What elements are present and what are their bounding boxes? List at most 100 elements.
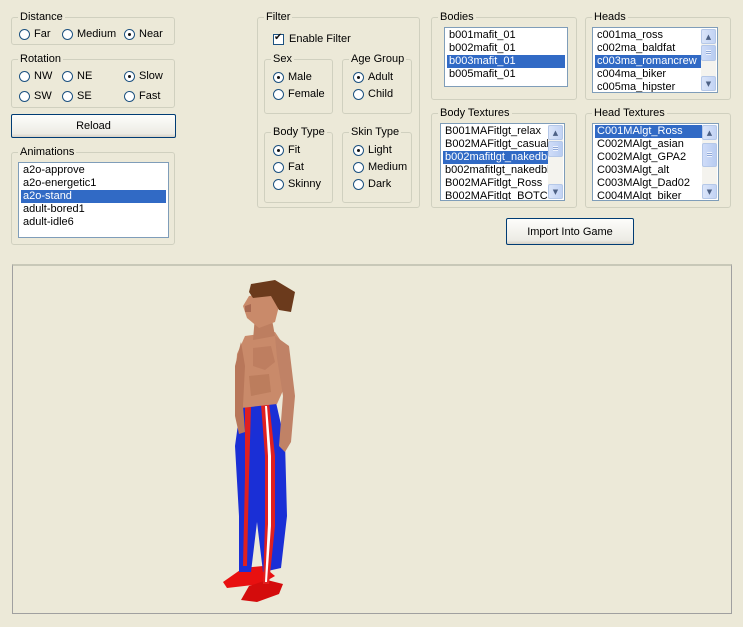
skin-type-group: Skin Type Light Medium Dark	[342, 126, 412, 203]
list-item[interactable]: adult-bored1	[21, 203, 166, 216]
distance-near-radio[interactable]: Near	[124, 27, 163, 41]
heads-legend: Heads	[592, 11, 628, 24]
scroll-thumb[interactable]	[548, 141, 563, 157]
rotation-se-radio[interactable]: SE	[62, 89, 92, 103]
list-item[interactable]: a2o-stand	[21, 190, 166, 203]
character-model	[223, 280, 295, 602]
character-shoes	[223, 566, 283, 602]
radio-label: NE	[77, 70, 93, 82]
head-textures-listbox[interactable]: C001MAlgt_Ross C002MAlgt_asian C002MAlgt_G…	[592, 123, 719, 201]
radio-indicator	[124, 70, 135, 82]
radio-label: Far	[34, 28, 51, 40]
import-into-game-button[interactable]: Import Into Game	[506, 218, 634, 245]
radio-label: Fit	[288, 144, 301, 156]
scroll-thumb[interactable]	[701, 45, 716, 61]
heads-scrollbar[interactable]: ▲ ▼	[701, 29, 716, 91]
list-item[interactable]: c002ma_baldfat	[595, 42, 701, 55]
list-item[interactable]: b005mafit_01	[447, 68, 565, 81]
body-fit-radio[interactable]: Fit	[273, 143, 300, 157]
body-skinny-radio[interactable]: Skinny	[273, 177, 321, 191]
radio-indicator	[353, 88, 364, 100]
list-item[interactable]: C002MAlgt_GPA2	[595, 151, 702, 164]
list-item[interactable]: C001MAlgt_Ross	[595, 125, 702, 138]
bodies-group: Bodies b001mafit_01 b002mafit_01 b003mafit…	[431, 11, 577, 100]
radio-label: Light	[368, 144, 392, 156]
radio-indicator	[353, 161, 364, 173]
filter-legend: Filter	[264, 11, 293, 24]
rotation-slow-radio[interactable]: Slow	[124, 69, 163, 83]
radio-label: Slow	[139, 70, 163, 82]
head-textures-scrollbar[interactable]: ▲ ▼	[702, 125, 717, 199]
checkbox-indicator	[273, 32, 284, 45]
rotation-nw-radio[interactable]: NW	[19, 69, 52, 83]
body-textures-listbox[interactable]: B001MAFitlgt_relax B002MAFitlgt_casual b00…	[440, 123, 565, 201]
radio-label: Medium	[77, 28, 117, 40]
radio-indicator	[273, 71, 284, 83]
age-adult-radio[interactable]: Adult	[353, 70, 393, 84]
list-item[interactable]: b002mafitlgt_nakedbl	[443, 151, 548, 164]
list-item[interactable]: b003mafit_01	[447, 55, 565, 68]
distance-medium-radio[interactable]: Medium	[62, 27, 116, 41]
list-item[interactable]: b002mafit_01	[447, 42, 565, 55]
list-item[interactable]: C003MAlgt_alt	[595, 164, 702, 177]
rotation-fast-radio[interactable]: Fast	[124, 89, 160, 103]
radio-label: Near	[139, 28, 163, 40]
list-item[interactable]: b001mafit_01	[447, 29, 565, 42]
scroll-up-icon[interactable]: ▲	[701, 29, 716, 44]
animations-listbox[interactable]: a2o-approve a2o-energetic1 a2o-stand adult-…	[18, 162, 169, 238]
sex-female-radio[interactable]: Female	[273, 87, 325, 101]
list-item[interactable]: c004ma_biker	[595, 68, 701, 81]
list-item[interactable]: B002MAFitlgt_BOTC	[443, 190, 548, 200]
list-item[interactable]: B002MAFitlgt_casual	[443, 138, 548, 151]
list-item[interactable]: C003MAlgt_Dad02	[595, 177, 702, 190]
bodies-listbox[interactable]: b001mafit_01 b002mafit_01 b003mafit_01 b005…	[444, 27, 568, 87]
list-item[interactable]: a2o-approve	[21, 164, 166, 177]
skin-medium-radio[interactable]: Medium	[353, 160, 407, 174]
body-textures-legend: Body Textures	[438, 107, 512, 120]
rotation-ne-radio[interactable]: NE	[62, 69, 92, 83]
radio-label: SE	[77, 90, 92, 102]
scroll-thumb[interactable]	[702, 143, 717, 167]
radio-indicator	[62, 90, 73, 102]
model-viewport[interactable]	[12, 264, 732, 614]
scroll-up-icon[interactable]: ▲	[702, 125, 717, 140]
heads-listbox[interactable]: c001ma_ross c002ma_baldfat c003ma_romancre…	[592, 27, 718, 93]
skin-dark-radio[interactable]: Dark	[353, 177, 391, 191]
scroll-down-icon[interactable]: ▼	[548, 184, 563, 199]
list-item[interactable]: a2o-energetic1	[21, 177, 166, 190]
list-item[interactable]: b002mafitlgt_nakedbl	[443, 164, 548, 177]
list-item[interactable]: c003ma_romancrew	[595, 55, 701, 68]
distance-far-radio[interactable]: Far	[19, 27, 51, 41]
body-textures-group: Body Textures B001MAFitlgt_relax B002MAFi…	[431, 107, 577, 208]
body-fat-radio[interactable]: Fat	[273, 160, 304, 174]
radio-indicator	[19, 70, 30, 82]
list-item[interactable]: adult-idle6	[21, 216, 166, 229]
reload-button[interactable]: Reload	[11, 114, 176, 138]
skin-light-radio[interactable]: Light	[353, 143, 392, 157]
enable-filter-checkbox[interactable]: Enable Filter	[273, 32, 351, 46]
scroll-down-icon[interactable]: ▼	[701, 76, 716, 91]
list-item[interactable]: C004MAlgt_biker	[595, 190, 702, 200]
body-textures-scrollbar[interactable]: ▲ ▼	[548, 125, 563, 199]
radio-label: Medium	[368, 161, 408, 173]
sex-group: Sex Male Female	[264, 53, 333, 114]
radio-indicator	[124, 28, 135, 40]
list-item[interactable]: B002MAFitlgt_Ross	[443, 177, 548, 190]
radio-label: Female	[288, 88, 325, 100]
age-child-radio[interactable]: Child	[353, 87, 393, 101]
list-item[interactable]: c005ma_hipster	[595, 81, 701, 92]
sex-male-radio[interactable]: Male	[273, 70, 312, 84]
distance-legend: Distance	[18, 11, 65, 24]
body-type-legend: Body Type	[271, 126, 327, 139]
scroll-down-icon[interactable]: ▼	[702, 184, 717, 199]
distance-group: Distance Far Medium Near	[11, 11, 175, 45]
radio-indicator	[62, 70, 73, 82]
radio-label: SW	[34, 90, 52, 102]
scroll-up-icon[interactable]: ▲	[548, 125, 563, 140]
list-item[interactable]: B001MAFitlgt_relax	[443, 125, 548, 138]
list-item[interactable]: C002MAlgt_asian	[595, 138, 702, 151]
skin-type-legend: Skin Type	[349, 126, 402, 139]
rotation-sw-radio[interactable]: SW	[19, 89, 52, 103]
age-group-legend: Age Group	[349, 53, 407, 66]
list-item[interactable]: c001ma_ross	[595, 29, 701, 42]
